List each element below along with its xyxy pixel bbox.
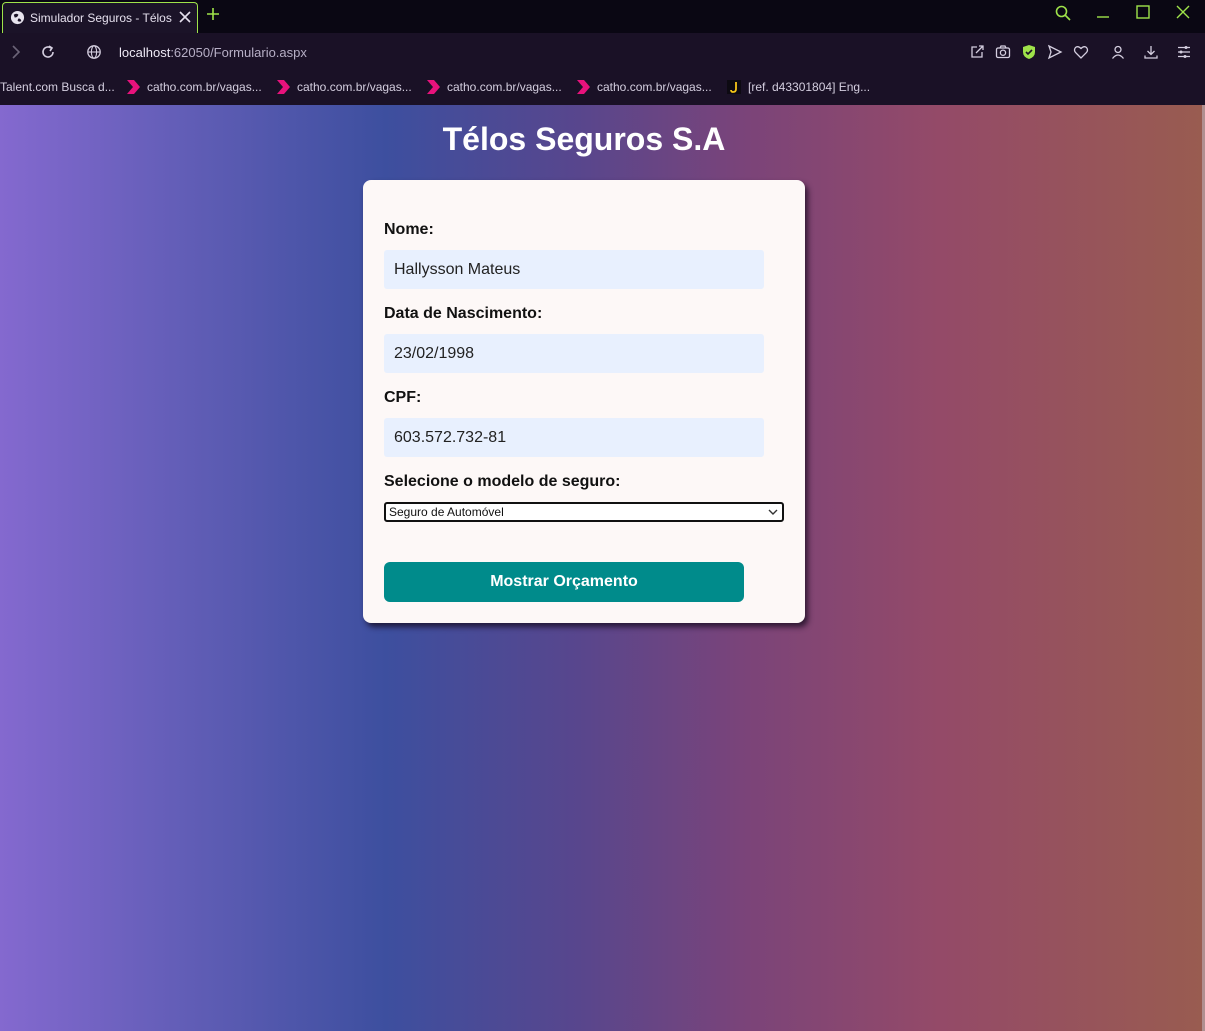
close-window-icon[interactable] — [1174, 4, 1192, 22]
minimize-icon[interactable] — [1094, 4, 1112, 22]
catho-icon — [427, 80, 440, 94]
send-icon[interactable] — [1047, 44, 1063, 60]
page-viewport: Télos Seguros S.A Nome: Hallysson Mateus… — [0, 105, 1205, 1031]
url-host: localhost — [119, 45, 171, 60]
address-bar: localhost:62050/Formulario.aspx — [0, 33, 1205, 71]
forward-icon[interactable] — [8, 44, 24, 60]
nome-input[interactable]: Hallysson Mateus — [384, 250, 764, 289]
globe-icon — [10, 10, 25, 25]
bookmark-label: catho.com.br/vagas... — [297, 80, 412, 94]
close-tab-icon[interactable] — [177, 9, 193, 25]
modelo-selected-value: Seguro de Automóvel — [389, 505, 504, 519]
nome-label: Nome: — [384, 221, 434, 238]
search-icon[interactable] — [1054, 4, 1072, 22]
bookmark-jira[interactable]: [ref. d43301804] Eng... — [726, 78, 870, 96]
menu-icon[interactable] — [1176, 44, 1192, 60]
bookmark-label: Talent.com Busca d... — [0, 80, 115, 94]
bookmark-label: [ref. d43301804] Eng... — [748, 80, 871, 94]
nascimento-label: Data de Nascimento: — [384, 305, 543, 322]
page-title: Télos Seguros S.A — [442, 121, 726, 157]
shield-icon[interactable] — [1021, 44, 1037, 60]
nascimento-input[interactable]: 23/02/1998 — [384, 334, 764, 373]
bookmark-catho-1[interactable]: catho.com.br/vagas... — [125, 78, 262, 96]
download-icon[interactable] — [1143, 44, 1159, 60]
bookmarks-bar: Talent.com Busca d... catho.com.br/vagas… — [0, 71, 1205, 105]
browser-tab[interactable]: Simulador Seguros - Télos — [2, 2, 198, 33]
bookmark-label: catho.com.br/vagas... — [147, 80, 262, 94]
heart-icon[interactable] — [1073, 44, 1089, 60]
cpf-label: CPF: — [384, 389, 422, 406]
bookmark-label: catho.com.br/vagas... — [447, 80, 562, 94]
jira-icon — [727, 80, 741, 94]
bookmark-catho-2[interactable]: catho.com.br/vagas... — [275, 78, 412, 96]
modelo-select[interactable]: Seguro de Automóvel — [384, 502, 784, 522]
share-icon[interactable] — [969, 44, 985, 60]
chevron-down-icon — [768, 509, 778, 515]
modelo-label: Selecione o modelo de seguro: — [384, 473, 621, 490]
catho-icon — [577, 80, 590, 94]
catho-icon — [277, 80, 290, 94]
maximize-icon[interactable] — [1134, 4, 1152, 22]
bookmark-label: catho.com.br/vagas... — [597, 80, 712, 94]
tab-bar: Simulador Seguros - Télos — [0, 0, 1205, 33]
site-info-icon[interactable] — [86, 44, 102, 60]
url-field[interactable]: localhost:62050/Formulario.aspx — [119, 45, 307, 60]
new-tab-icon[interactable] — [205, 6, 221, 22]
quote-form: Nome: Hallysson Mateus Data de Nasciment… — [363, 180, 805, 623]
mostrar-orcamento-button[interactable]: Mostrar Orçamento — [384, 562, 744, 602]
cpf-input[interactable]: 603.572.732-81 — [384, 418, 764, 457]
url-path: :62050/Formulario.aspx — [170, 45, 307, 60]
camera-icon[interactable] — [995, 44, 1011, 60]
profile-icon[interactable] — [1110, 44, 1126, 60]
tab-title: Simulador Seguros - Télos — [30, 11, 172, 25]
bookmark-catho-3[interactable]: catho.com.br/vagas... — [425, 78, 562, 96]
reload-icon[interactable] — [40, 44, 56, 60]
bookmark-catho-4[interactable]: catho.com.br/vagas... — [575, 78, 712, 96]
catho-icon — [127, 80, 140, 94]
bookmark-talent[interactable]: Talent.com Busca d... — [0, 78, 115, 96]
